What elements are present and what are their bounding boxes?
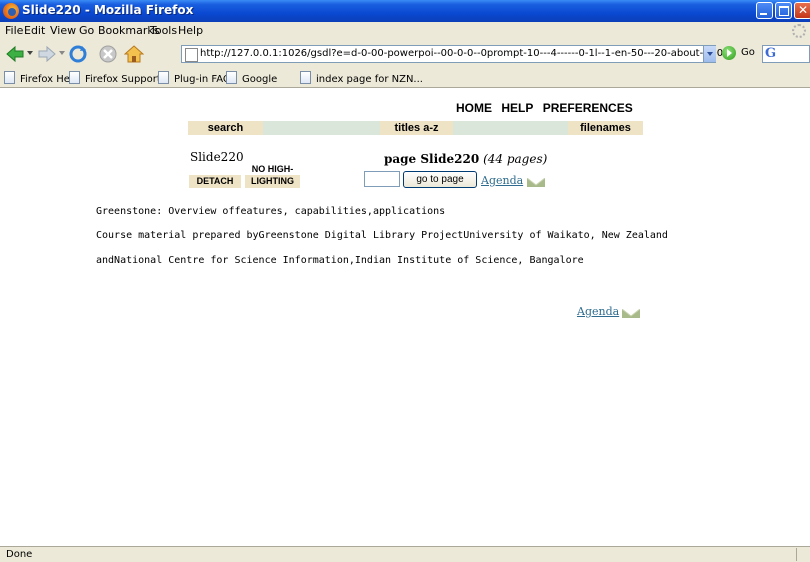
slide-text-line: Greenstone: Overview offeatures, capabil… (96, 206, 446, 217)
home-icon[interactable] (124, 44, 144, 64)
browse-nav-strip: search titles a-z filenames (188, 121, 643, 135)
reload-icon[interactable] (68, 44, 88, 64)
go-button-label[interactable]: Go (741, 47, 755, 58)
no-highlighting-label-2: LIGHTING (251, 176, 294, 186)
document-name: Slide220 (190, 150, 244, 164)
agenda-arrow-icon[interactable] (622, 309, 640, 318)
status-text: Done (6, 549, 33, 560)
bookmark-label: Firefox Support (85, 74, 161, 85)
close-button[interactable] (794, 2, 810, 19)
bookmarks-toolbar: Firefox Help Firefox Support Plug-in FAQ… (0, 68, 810, 88)
menu-bar: File Edit View Go Bookmarks Tools Help (0, 22, 810, 40)
bookmark-firefox-help[interactable]: Firefox Help (4, 71, 79, 85)
menu-file[interactable]: File (5, 24, 23, 37)
no-highlighting-button[interactable]: NO HIGH- LIGHTING (245, 163, 300, 188)
menu-tools[interactable]: Tools (150, 24, 177, 37)
page-content: HOME HELP PREFERENCES search titles a-z … (0, 88, 810, 546)
menu-help[interactable]: Help (178, 24, 203, 37)
bookmark-index-page[interactable]: index page for NZN... (300, 71, 423, 85)
search-input[interactable]: G (762, 45, 810, 63)
page-count: (44 pages) (483, 152, 548, 166)
page-info: page Slide220 (44 pages) (384, 152, 547, 166)
bookmark-page-icon (300, 71, 311, 84)
bookmark-firefox-support[interactable]: Firefox Support (69, 71, 161, 85)
page-title: page Slide220 (384, 152, 480, 166)
bookmark-label: Google (242, 74, 278, 85)
agenda-link-bottom[interactable]: Agenda (577, 305, 619, 318)
titles-az-tab[interactable]: titles a-z (380, 121, 453, 135)
filenames-tab[interactable]: filenames (568, 121, 643, 135)
maximize-button[interactable] (775, 2, 792, 19)
nav-spacer (263, 121, 380, 135)
detach-button[interactable]: DETACH (189, 175, 241, 188)
slide-text-line: Course material prepared byGreenstone Di… (96, 230, 668, 241)
page-number-input[interactable] (364, 171, 400, 187)
window-titlebar[interactable]: Slide220 - Mozilla Firefox (0, 0, 810, 22)
bookmark-google[interactable]: Google (226, 71, 277, 85)
help-link[interactable]: HELP (501, 101, 533, 115)
preferences-link[interactable]: PREFERENCES (543, 101, 633, 115)
back-arrow-icon[interactable] (5, 44, 25, 64)
bookmark-page-icon (226, 71, 237, 84)
url-dropdown-button[interactable] (703, 46, 716, 62)
url-text: http://127.0.0.1:1026/gsdl?e=d-0-00-powe… (200, 48, 730, 59)
status-divider (796, 548, 797, 561)
bookmark-plugin-faq[interactable]: Plug-in FAQ (158, 71, 231, 85)
bookmark-page-icon (158, 71, 169, 84)
forward-dropdown-icon[interactable] (59, 50, 65, 56)
firefox-logo-icon (3, 3, 19, 19)
nav-spacer (453, 121, 568, 135)
forward-arrow-icon[interactable] (37, 44, 57, 64)
stop-icon[interactable] (98, 44, 118, 64)
page-icon (185, 48, 198, 62)
agenda-arrow-icon[interactable] (527, 178, 545, 187)
url-bar[interactable]: http://127.0.0.1:1026/gsdl?e=d-0-00-powe… (181, 45, 730, 63)
bookmark-page-icon (4, 71, 15, 84)
agenda-link-top[interactable]: Agenda (481, 174, 523, 187)
slide-text-line: andNational Centre for Science Informati… (96, 255, 584, 266)
menu-edit[interactable]: Edit (24, 24, 45, 37)
window-title: Slide220 - Mozilla Firefox (22, 3, 194, 17)
go-arrow-icon[interactable] (722, 46, 736, 60)
bookmark-label: index page for NZN... (316, 74, 423, 85)
throbber-icon (792, 24, 806, 38)
status-bar: Done (0, 546, 810, 562)
back-dropdown-icon[interactable] (27, 50, 33, 56)
home-link[interactable]: HOME (456, 101, 492, 115)
top-nav-links: HOME HELP PREFERENCES (456, 101, 639, 115)
menu-view[interactable]: View (50, 24, 76, 37)
menu-go[interactable]: Go (79, 24, 94, 37)
bookmark-label: Plug-in FAQ (174, 74, 231, 85)
go-to-page-button[interactable]: go to page (403, 171, 477, 188)
no-highlighting-label-1: NO HIGH- (245, 163, 300, 175)
search-tab[interactable]: search (188, 121, 263, 135)
google-search-icon: G (765, 46, 777, 61)
minimize-button[interactable] (756, 2, 773, 19)
bookmark-page-icon (69, 71, 80, 84)
